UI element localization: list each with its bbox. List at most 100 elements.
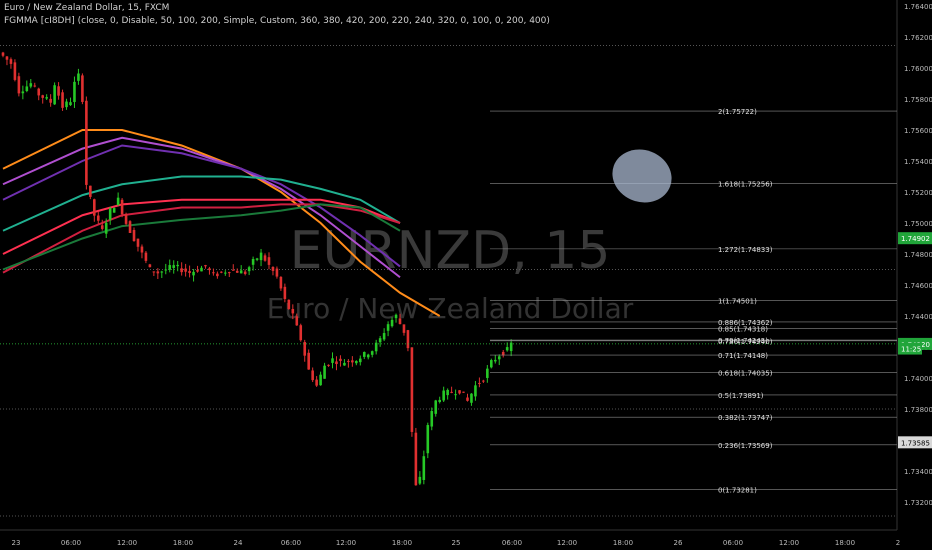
candle-body [77,73,80,81]
candle-body [490,360,493,368]
fib-level-label: 0.85(1.74318) [718,326,768,334]
x-tick-label: 18:00 [173,539,193,547]
fib-level-label: 1(1.74501) [718,297,757,305]
candle-body [438,399,441,402]
x-tick-label: 26 [674,539,683,547]
candle-body [414,432,418,486]
fib-level-label: 2(1.75722) [718,108,757,116]
x-tick-label: 25 [452,539,461,547]
candle-body [398,318,402,325]
candle-body [160,271,164,273]
candle-body [382,333,386,340]
candle-body [505,347,509,351]
candle-body [251,258,255,265]
candle-body [335,361,338,365]
candle-body [359,358,362,363]
candle-body [29,83,33,87]
candle-body [224,272,227,274]
candle-body [351,360,354,363]
candle-body [37,88,41,96]
candle-body [33,85,37,87]
candle-body [124,214,128,224]
x-tick-label: 12:00 [336,539,356,547]
candle-body [482,380,485,382]
fib-level-label: 0.786(1.74240) [718,338,773,346]
fib-level-label: 1.272(1.74833) [718,246,773,254]
candle-body [21,91,25,94]
candle-body [112,208,116,213]
x-tick-label: 18:00 [835,539,855,547]
candle-body [148,264,152,268]
x-tick-label: 24 [234,539,243,547]
candle-body [231,269,235,271]
candle-body [362,352,366,357]
candle-body [331,358,334,363]
candle-body [81,75,84,102]
candle-body [1,52,5,56]
candle-body [128,221,132,234]
candle-body [263,255,267,261]
candle-body [104,222,108,234]
candle-body [390,319,394,327]
candle-body [152,271,156,273]
candle-body [422,456,426,480]
fib-level-label: 0.618(1.74035) [718,370,773,378]
candle-body [200,267,203,272]
x-tick-label: 06:00 [281,539,301,547]
candle-body [168,265,172,270]
y-tick-label: 1.75000 [904,220,932,228]
candle-body [140,246,144,253]
candle-body [132,229,136,242]
watermark-ticker: EURNZD, 15 [290,221,611,281]
candle-body [466,397,469,401]
candle-body [486,368,489,378]
y-tick-label: 1.75400 [904,158,932,166]
candle-body [454,394,457,396]
candle-body [287,299,291,309]
candle-body [120,199,124,215]
candle-body [45,97,48,99]
fib-level-label: 0.236(1.73569) [718,442,773,450]
candle-body [323,365,326,379]
x-tick-label: 12:00 [557,539,577,547]
candle-body [65,101,68,108]
candle-body [116,197,120,205]
candle-body [259,252,263,261]
candle-body [446,389,449,396]
candle-body [164,269,168,271]
price-chart[interactable]: EURNZD, 15 Euro / New Zealand Dollar 1.7… [0,0,932,550]
fib-level-label: 1.618(1.75256) [718,180,773,188]
y-tick-label: 1.74400 [904,313,932,321]
candle-body [227,272,231,274]
candle-body [89,185,92,197]
ellipse-annotation[interactable] [605,141,679,210]
candle-body [220,271,223,273]
candle-body [299,325,303,341]
x-tick-label: 06:00 [61,539,81,547]
candle-body [69,102,72,106]
candle-body [235,270,239,273]
fib-level-label: 0.382(1.73747) [718,414,773,422]
candle-body [108,208,112,220]
candle-body [426,425,430,454]
candle-body [430,411,434,427]
candle-body [267,257,271,265]
candle-body [442,390,445,401]
y-tick-label: 1.73200 [904,499,932,507]
candle-body [247,267,251,272]
candle-body [9,59,13,64]
candle-body [327,364,330,366]
candle-body [25,86,29,92]
candle-body [319,374,322,386]
candle-body [493,359,497,362]
y-tick-label: 1.74800 [904,251,932,259]
candle-body [136,238,140,247]
y-tick-label: 1.75200 [904,189,932,197]
y-tick-label: 1.74600 [904,282,932,290]
candle-body [85,100,88,185]
candle-body [243,271,247,274]
watermark-name: Euro / New Zealand Dollar [267,292,634,325]
candle-body [394,314,398,319]
x-tick-label: 06:00 [723,539,743,547]
price-badge-label: 1.74902 [901,235,930,243]
